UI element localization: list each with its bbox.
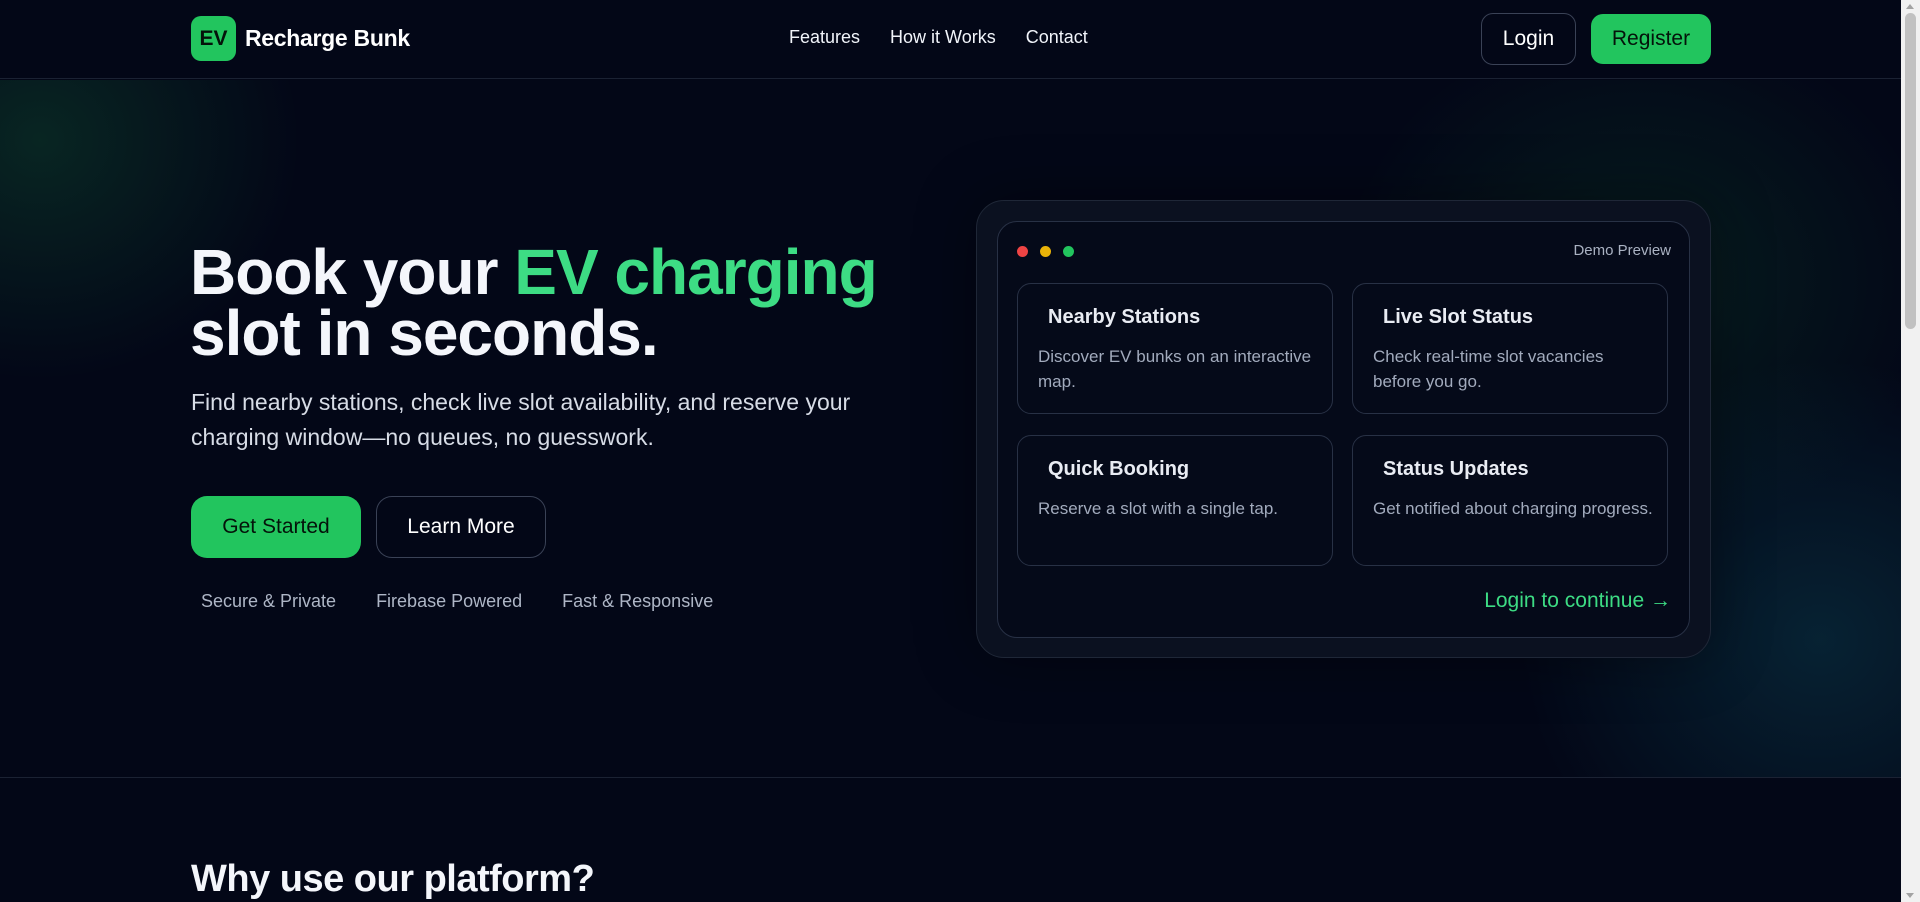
demo-preview-card: Demo Preview Nearby Stations Discover EV… bbox=[976, 200, 1711, 658]
page-scrollbar[interactable] bbox=[1901, 0, 1920, 902]
feature-card-live-slot-status: Live Slot Status Check real-time slot va… bbox=[1352, 283, 1668, 414]
brand[interactable]: EV Recharge Bunk bbox=[191, 16, 410, 61]
learn-more-button[interactable]: Learn More bbox=[376, 496, 546, 558]
red-dot-icon bbox=[1017, 246, 1028, 257]
get-started-button[interactable]: Get Started bbox=[191, 496, 361, 558]
green-dot-icon bbox=[1063, 246, 1074, 257]
feature-card-status-updates: Status Updates Get notified about chargi… bbox=[1352, 435, 1668, 566]
feature-card-title: Live Slot Status bbox=[1383, 306, 1534, 328]
feature-card-description: Reserve a slot with a single tap. bbox=[1038, 499, 1279, 518]
nav-link-features[interactable]: Features bbox=[789, 27, 860, 48]
hero-title: Book your EV charging slot in seconds. bbox=[190, 240, 950, 365]
scroll-up-arrow-icon[interactable] bbox=[1906, 4, 1914, 9]
login-to-continue-link[interactable]: Login to continue → bbox=[1484, 589, 1671, 613]
register-button[interactable]: Register bbox=[1591, 14, 1711, 64]
brand-name: Recharge Bunk bbox=[245, 25, 410, 51]
scroll-down-arrow-icon[interactable] bbox=[1906, 893, 1914, 898]
demo-preview-label: Demo Preview bbox=[1573, 242, 1671, 259]
window-controls bbox=[1017, 246, 1074, 257]
trust-item-fast: Fast & Responsive bbox=[562, 591, 714, 611]
landing-page: EV Recharge Bunk Features How it Works C… bbox=[0, 0, 1920, 902]
feature-card-quick-booking: Quick Booking Reserve a slot with a sing… bbox=[1017, 435, 1333, 566]
top-navbar: EV Recharge Bunk Features How it Works C… bbox=[0, 0, 1901, 79]
feature-card-title: Status Updates bbox=[1383, 458, 1529, 480]
feature-card-description: Get notified about charging progress. bbox=[1373, 499, 1653, 518]
hero-title-part2: slot in seconds. bbox=[190, 297, 659, 369]
section-heading-why: Why use our platform? bbox=[191, 858, 595, 900]
trust-item-secure: Secure & Private bbox=[201, 591, 337, 611]
scrollbar-thumb[interactable] bbox=[1905, 13, 1916, 329]
trust-item-firebase: Firebase Powered bbox=[376, 591, 523, 611]
trust-badges: Secure & Private Firebase Powered Fast &… bbox=[201, 591, 713, 612]
feature-card-description: Discover EV bunks on an interactive map. bbox=[1038, 347, 1312, 391]
feature-card-title: Nearby Stations bbox=[1048, 306, 1201, 328]
feature-card-title: Quick Booking bbox=[1048, 458, 1190, 480]
demo-window: Demo Preview Nearby Stations Discover EV… bbox=[997, 221, 1690, 638]
login-button[interactable]: Login bbox=[1481, 13, 1576, 65]
ev-logo-icon: EV bbox=[191, 16, 236, 61]
nav-link-how-it-works[interactable]: How it Works bbox=[890, 27, 996, 48]
hero-section: Book your EV charging slot in seconds. F… bbox=[0, 80, 1901, 778]
feature-card-description: Check real-time slot vacancies before yo… bbox=[1373, 347, 1604, 391]
yellow-dot-icon bbox=[1040, 246, 1051, 257]
hero-subtitle: Find nearby stations, check live slot av… bbox=[191, 389, 851, 450]
nav-links: Features How it Works Contact bbox=[789, 27, 1088, 48]
nav-link-contact[interactable]: Contact bbox=[1026, 27, 1088, 48]
feature-card-nearby-stations: Nearby Stations Discover EV bunks on an … bbox=[1017, 283, 1333, 414]
